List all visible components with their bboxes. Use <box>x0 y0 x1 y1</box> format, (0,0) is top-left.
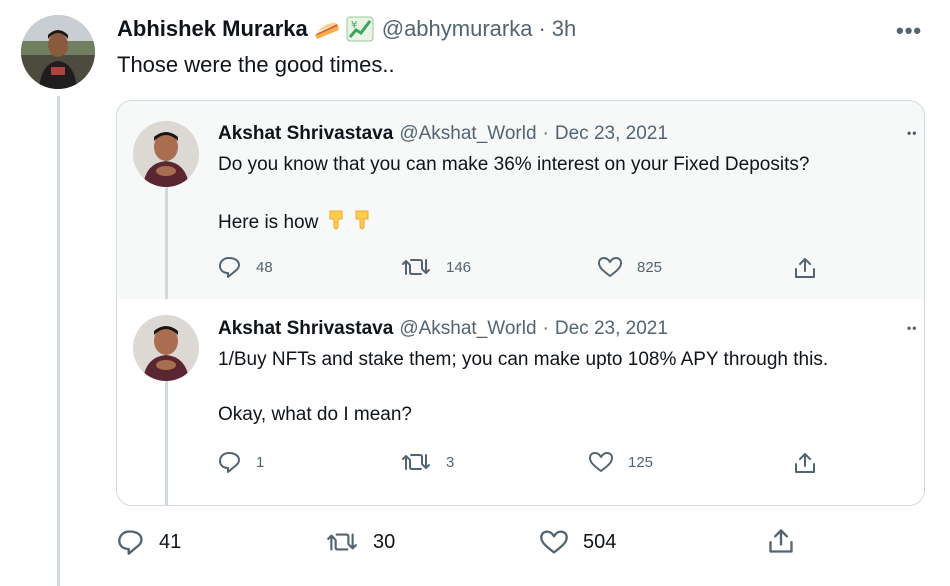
tweet-text: 1/Buy NFTs and stake them; you can make … <box>218 349 829 370</box>
share-button[interactable] <box>793 451 817 475</box>
reply-button[interactable]: 41 <box>117 529 181 555</box>
author-handle[interactable]: @abhymurarka <box>382 16 533 42</box>
point-down-emoji <box>352 209 372 237</box>
tweet-timestamp[interactable]: 3h <box>552 16 576 42</box>
separator-dot: · <box>538 16 546 41</box>
svg-text:¥: ¥ <box>351 20 357 31</box>
tweet-date[interactable]: Dec 23, 2021 <box>555 318 668 340</box>
reply-button[interactable]: 48 <box>218 256 273 278</box>
author-name[interactable]: Akshat Shrivastava <box>218 123 393 145</box>
share-icon <box>795 453 815 473</box>
reply-count: 48 <box>256 258 273 276</box>
retweet-count: 146 <box>446 258 472 276</box>
inner-thread-line <box>165 187 168 299</box>
reply-count: 1 <box>256 453 265 471</box>
pie-emoji <box>314 18 340 40</box>
like-count: 825 <box>637 258 663 276</box>
author-name[interactable]: Akshat Shrivastava <box>218 318 393 340</box>
share-icon <box>769 529 793 553</box>
like-button[interactable]: 504 <box>539 529 616 555</box>
thread-line <box>57 96 60 586</box>
like-button[interactable]: 125 <box>588 451 653 473</box>
retweet-count: 3 <box>446 453 455 471</box>
share-button[interactable] <box>793 256 817 280</box>
tweet-text: Okay, what do I mean? <box>218 404 412 425</box>
retweet-icon <box>402 259 430 275</box>
retweet-button[interactable]: 30 <box>325 529 395 555</box>
retweet-button[interactable]: 3 <box>400 451 454 473</box>
more-icon[interactable]: •• <box>907 321 917 335</box>
like-count: 125 <box>628 453 654 471</box>
more-icon[interactable]: •• <box>907 126 917 140</box>
separator-dot: · <box>542 318 549 339</box>
retweet-icon <box>402 454 430 470</box>
inner-thread-line <box>165 381 168 505</box>
heart-icon <box>598 257 622 277</box>
retweet-icon <box>327 533 357 551</box>
tweet-text: Those were the good times.. <box>117 52 395 77</box>
avatar[interactable] <box>133 315 199 381</box>
reply-icon <box>219 452 240 473</box>
reply-icon <box>118 530 143 555</box>
like-button[interactable]: 825 <box>597 256 662 278</box>
author-handle[interactable]: @Akshat_World <box>399 318 536 340</box>
avatar[interactable] <box>133 121 199 187</box>
more-icon[interactable]: ••• <box>896 18 922 44</box>
chart-yen-emoji: ¥ <box>346 16 374 42</box>
retweet-count: 30 <box>373 530 396 553</box>
share-button[interactable] <box>767 527 795 555</box>
avatar[interactable] <box>21 15 95 89</box>
retweet-button[interactable]: 146 <box>400 256 471 278</box>
reply-count: 41 <box>159 530 182 553</box>
author-handle[interactable]: @Akshat_World <box>399 123 536 145</box>
reply-button[interactable]: 1 <box>218 451 264 473</box>
tweet-date[interactable]: Dec 23, 2021 <box>555 123 668 145</box>
point-down-emoji <box>326 209 346 237</box>
heart-icon <box>589 452 613 472</box>
tweet-text: Do you know that you can make 36% intere… <box>218 154 810 175</box>
share-icon <box>795 258 815 278</box>
tweet-text: Here is how <box>218 212 319 233</box>
separator-dot: · <box>542 123 549 144</box>
like-count: 504 <box>583 530 617 553</box>
heart-icon <box>540 530 568 554</box>
reply-icon <box>219 257 240 278</box>
author-name[interactable]: Abhishek Murarka <box>117 16 308 42</box>
